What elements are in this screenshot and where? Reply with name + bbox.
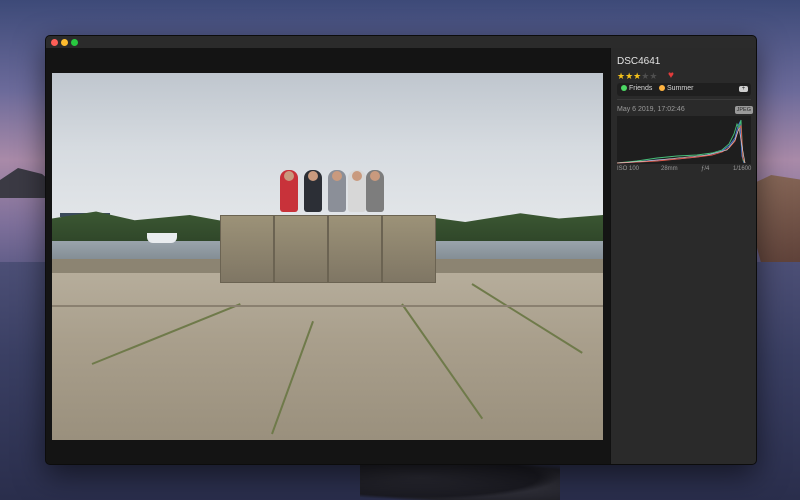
tag-color-dot [621,85,627,91]
star-icon[interactable]: ★ [649,71,657,81]
histogram-luminance [617,127,746,164]
photo-concrete-block [382,215,436,283]
divider [617,99,751,100]
star-icon[interactable]: ★ [617,71,625,81]
photo-concrete-block [274,215,328,283]
photo-grass-line [52,305,603,307]
histogram [617,116,751,164]
photo-head [308,171,318,181]
histogram-green-channel [617,119,746,164]
app-window: DSC4641 ★★★★★ ♥ Friends Summer + May 6 2… [45,35,757,465]
close-window-button[interactable] [51,39,58,46]
photo-boat [147,233,177,243]
exif-info: ISO 100 28mm ƒ/4 1/1600 [617,166,751,175]
format-badge: JPEG [734,106,753,114]
photo-concrete-block [328,215,382,283]
histogram-blue-channel [617,120,745,164]
zoom-window-button[interactable] [71,39,78,46]
add-tag-icon[interactable]: + [739,86,748,92]
heart-icon[interactable]: ♥ [668,70,674,81]
photo-image[interactable] [52,73,603,440]
desktop-cliff-right [752,175,800,265]
photo-viewer [46,48,610,464]
photo-head [284,171,294,181]
exif-shutter-speed: 1/1600 [733,166,752,172]
minimize-window-button[interactable] [61,39,68,46]
photo-head [352,171,362,181]
tag-color-dot [659,85,665,91]
photo-concrete-block [220,215,274,283]
exif-aperture: ƒ/4 [701,166,710,172]
photo-head [332,171,342,181]
photo-head [370,171,380,181]
exif-iso: ISO 100 [617,166,640,172]
star-icon[interactable]: ★ [625,71,633,81]
tag-friends[interactable]: Friends [621,85,652,92]
tag-label: Summer [667,85,694,92]
titlebar [46,36,756,48]
tag-label: Friends [629,85,653,92]
desktop-rocks [360,462,560,500]
photo-ground [52,273,603,440]
star-rating[interactable]: ★★★★★ [617,71,657,82]
photo-filename: DSC4641 [617,56,661,67]
exif-focal-length: 28mm [661,166,678,172]
capture-date: May 6 2019, 17:02:46 [617,106,685,113]
tag-summer[interactable]: Summer [659,85,693,92]
inspector-panel: DSC4641 ★★★★★ ♥ Friends Summer + May 6 2… [610,48,756,464]
tag-list: Friends Summer + [617,83,751,96]
